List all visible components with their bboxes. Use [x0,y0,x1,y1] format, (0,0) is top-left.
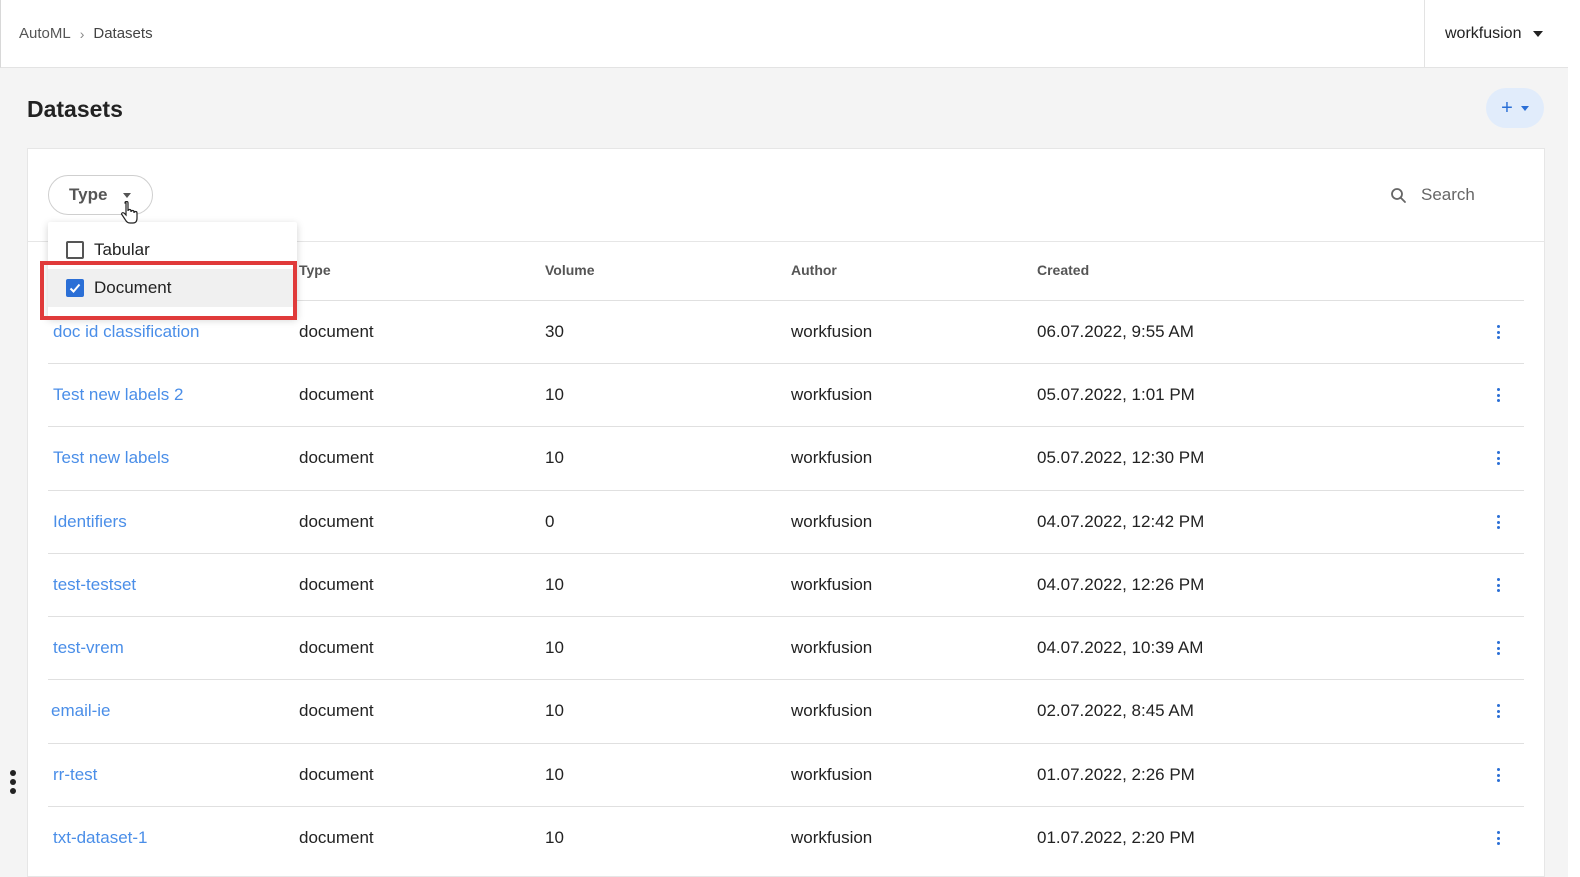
dataset-created: 04.07.2022, 10:39 AM [1037,638,1204,657]
row-menu-icon[interactable] [1496,641,1500,655]
table-row[interactable]: test-vrem document 10 workfusion 04.07.2… [48,616,1524,679]
dataset-created: 02.07.2022, 8:45 AM [1037,701,1194,720]
dataset-author: workfusion [791,701,873,720]
dataset-name-link[interactable]: doc id classification [53,322,199,342]
row-menu-icon[interactable] [1496,515,1500,529]
dataset-type: document [299,638,374,657]
dataset-type: document [299,828,374,847]
type-filter-label: Type [69,185,108,204]
search-input[interactable]: Search [1390,182,1475,208]
row-menu-icon[interactable] [1496,388,1500,402]
user-menu[interactable]: workfusion [1424,0,1569,68]
dataset-type: document [299,765,374,784]
dataset-type: document [299,448,374,467]
search-placeholder: Search [1421,185,1475,204]
scrollbar[interactable] [1568,0,1580,877]
column-header-created[interactable]: Created [1037,262,1089,278]
dataset-created: 04.07.2022, 12:26 PM [1037,575,1205,594]
dataset-name-link[interactable]: test-testset [53,575,136,595]
column-header-volume[interactable]: Volume [545,262,595,278]
dataset-name-link[interactable]: Test new labels 2 [53,385,183,405]
chevron-right-icon: › [79,25,85,42]
dataset-name-link[interactable]: rr-test [53,765,97,785]
top-bar: AutoML › Datasets workfusion [0,0,1580,68]
dataset-name-link[interactable]: Test new labels [53,448,169,468]
dataset-name-link[interactable]: email-ie [51,701,111,721]
table-row[interactable]: Identifiers document 0 workfusion 04.07.… [48,490,1524,553]
table-row[interactable]: email-ie document 10 workfusion 02.07.20… [48,679,1524,742]
dataset-volume: 10 [545,638,564,657]
dataset-volume: 30 [545,322,564,341]
caret-down-icon [1533,31,1544,37]
table-row[interactable]: Test new labels document 10 workfusion 0… [48,426,1524,489]
dataset-created: 06.07.2022, 9:55 AM [1037,322,1194,341]
dataset-volume: 10 [545,385,564,404]
breadcrumb-current: Datasets [93,25,153,42]
tabular-checkbox[interactable] [66,241,84,259]
filter-option-label: Tabular [94,240,150,259]
caret-down-icon [123,192,132,198]
dataset-type: document [299,575,374,594]
column-header-author[interactable]: Author [791,262,837,278]
dataset-created: 01.07.2022, 2:20 PM [1037,828,1195,847]
dataset-type: document [299,512,374,531]
dataset-volume: 10 [545,701,564,720]
row-menu-icon[interactable] [1496,704,1500,718]
column-header-type[interactable]: Type [299,262,331,278]
dataset-author: workfusion [791,512,873,531]
row-menu-icon[interactable] [1496,768,1500,782]
row-menu-icon[interactable] [1496,578,1500,592]
row-menu-icon[interactable] [1496,325,1500,339]
breadcrumb-root[interactable]: AutoML [19,25,71,42]
dataset-author: workfusion [791,575,873,594]
table-row[interactable]: test-testset document 10 workfusion 04.0… [48,553,1524,616]
breadcrumb: AutoML › Datasets [19,25,153,42]
add-dataset-button[interactable]: + [1486,88,1544,128]
side-menu-icon[interactable] [9,770,17,794]
caret-down-icon [1520,105,1529,111]
dataset-created: 04.07.2022, 12:42 PM [1037,512,1205,531]
dataset-author: workfusion [791,638,873,657]
dataset-type: document [299,322,374,341]
table-row[interactable]: rr-test document 10 workfusion 01.07.202… [48,743,1524,806]
row-menu-icon[interactable] [1496,831,1500,845]
dataset-name-link[interactable]: test-vrem [53,638,124,658]
dataset-volume: 0 [545,512,555,531]
dataset-created: 05.07.2022, 1:01 PM [1037,385,1195,404]
table-row[interactable]: txt-dataset-1 document 10 workfusion 01.… [48,806,1524,869]
dataset-name-link[interactable]: Identifiers [53,512,127,532]
highlight-box [40,261,297,320]
dataset-volume: 10 [545,828,564,847]
dataset-author: workfusion [791,448,873,467]
dataset-volume: 10 [545,448,564,467]
dataset-author: workfusion [791,765,873,784]
page-title: Datasets [27,96,123,122]
plus-icon: + [1501,96,1513,119]
hand-cursor-icon [120,201,138,224]
search-icon [1391,187,1406,203]
dataset-type: document [299,701,374,720]
dataset-volume: 10 [545,765,564,784]
dataset-created: 05.07.2022, 12:30 PM [1037,448,1205,467]
dataset-created: 01.07.2022, 2:26 PM [1037,765,1195,784]
dataset-author: workfusion [791,385,873,404]
table-row[interactable]: Test new labels 2 document 10 workfusion… [48,363,1524,426]
dataset-volume: 10 [545,575,564,594]
dataset-type: document [299,385,374,404]
dataset-author: workfusion [791,322,873,341]
dataset-name-link[interactable]: txt-dataset-1 [53,828,148,848]
row-menu-icon[interactable] [1496,451,1500,465]
dataset-author: workfusion [791,828,873,847]
user-name: workfusion [1445,25,1522,42]
